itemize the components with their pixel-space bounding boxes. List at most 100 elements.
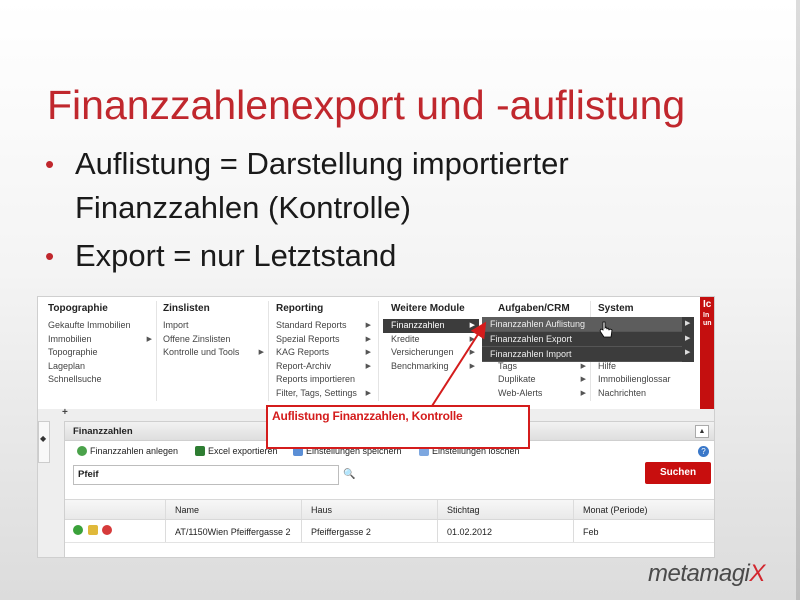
menu-divider xyxy=(268,301,269,401)
menu-item[interactable]: Benchmarking ▶ xyxy=(383,360,479,374)
menu-item[interactable]: Lageplan xyxy=(48,360,152,374)
add-tab-button[interactable]: + xyxy=(62,407,68,418)
cell-haus: Pfeiffergasse 2 xyxy=(311,527,371,537)
table-header: Name Haus Stichtag Monat (Periode) xyxy=(65,499,714,520)
chevron-right-icon: ▶ xyxy=(365,335,371,343)
check-icon[interactable] xyxy=(73,525,83,535)
menu-item[interactable]: Schnellsuche xyxy=(48,373,152,387)
column-divider xyxy=(301,500,302,519)
menu-item[interactable]: Gekaufte Immobilien xyxy=(48,319,152,333)
bullet-item: • Auflistung = Darstellung importierter F… xyxy=(45,142,745,230)
search-input[interactable]: Pfeif xyxy=(73,465,339,485)
side-panel-toggle[interactable]: ◆ xyxy=(38,421,50,463)
menu-column-zinslisten: Zinslisten Import Offene Zinslisten Kont… xyxy=(163,303,264,360)
excel-icon xyxy=(195,446,205,456)
chevron-right-icon: ▶ xyxy=(365,362,371,370)
bullet-text: Auflistung = Darstellung importierter Fi… xyxy=(75,146,569,225)
column-divider xyxy=(437,500,438,519)
menu-column-weitere-module: Weitere Module Finanzzahlen ▶ Kredite ▶ Ve… xyxy=(383,303,479,373)
chevron-right-icon: ▶ xyxy=(469,335,475,343)
cell-stichtag: 01.02.2012 xyxy=(447,527,493,537)
column-divider xyxy=(573,520,574,542)
expand-icon: ◆ xyxy=(40,434,47,443)
delete-icon[interactable] xyxy=(102,525,113,535)
edit-icon[interactable] xyxy=(87,525,98,535)
column-divider xyxy=(165,500,166,519)
bullet-icon: • xyxy=(45,241,55,271)
bullet-item: • Export = nur Letztstand xyxy=(45,234,745,278)
chevron-right-icon: ▶ xyxy=(685,335,691,342)
row-actions xyxy=(73,525,114,537)
menu-item[interactable]: Reports importieren xyxy=(276,373,371,387)
chevron-right-icon: ▶ xyxy=(685,320,691,327)
chevron-right-icon: ▶ xyxy=(365,389,371,397)
cell-name: AT/1150Wien Pfeiffergasse 2 xyxy=(175,527,291,537)
help-icon[interactable]: ? xyxy=(698,446,709,457)
menu-heading: Weitere Module xyxy=(391,303,465,314)
menu-divider xyxy=(378,301,379,401)
submenu-item-import[interactable]: Finanzzahlen Import xyxy=(482,347,682,362)
menu-item[interactable]: KAG Reports ▶ xyxy=(276,346,371,360)
brand-text: Ic xyxy=(703,299,712,310)
column-divider xyxy=(301,520,302,542)
menu-item[interactable]: Web-Alerts ▶ xyxy=(490,387,586,401)
menu-heading: Topographie xyxy=(48,303,108,314)
menu-item[interactable]: Import xyxy=(163,319,264,333)
menu-item[interactable]: Immobilienglossar xyxy=(598,373,698,387)
brand-strip: Ic In un xyxy=(700,297,714,409)
menu-item[interactable]: Report-Archiv ▶ xyxy=(276,360,371,374)
chevron-right-icon: ▶ xyxy=(258,349,264,356)
chevron-right-icon: ▶ xyxy=(580,376,586,383)
bullet-text: Export = nur Letztstand xyxy=(75,238,397,273)
submenu-item-auflistung[interactable]: Finanzzahlen Auflistung xyxy=(482,317,682,332)
column-divider xyxy=(437,520,438,542)
menu-item[interactable]: Offene Zinslisten xyxy=(163,333,264,347)
chevron-right-icon: ▶ xyxy=(469,349,475,356)
menu-heading: Zinslisten xyxy=(163,303,210,314)
annotation-callout: Auflistung Finanzzahlen, Kontrolle xyxy=(266,405,530,449)
menu-item[interactable]: Spezial Reports ▶ xyxy=(276,333,371,347)
search-row: Pfeif 🔍 Suchen xyxy=(65,461,714,491)
table-row[interactable]: AT/1150Wien Pfeiffergasse 2 Pfeiffergass… xyxy=(65,520,714,543)
search-button[interactable]: Suchen xyxy=(645,462,711,484)
submenu-item-export[interactable]: Finanzzahlen Export xyxy=(482,332,682,347)
menu-item[interactable]: Standard Reports ▶ xyxy=(276,319,371,333)
submenu-scroll-edge: ▶ ▶ ▶ xyxy=(682,317,694,362)
menu-item[interactable]: Topographie xyxy=(48,346,152,360)
menu-divider xyxy=(156,301,157,401)
bullet-list: • Auflistung = Darstellung importierter F… xyxy=(45,142,745,282)
column-header-haus[interactable]: Haus xyxy=(311,505,332,515)
add-icon xyxy=(77,446,87,456)
finanzzahlen-submenu: Finanzzahlen Auflistung Finanzzahlen Exp… xyxy=(482,317,682,362)
menu-item-finanzzahlen[interactable]: Finanzzahlen ▶ xyxy=(383,319,479,333)
chevron-right-icon: ▶ xyxy=(580,389,586,397)
column-header-stichtag[interactable]: Stichtag xyxy=(447,505,480,515)
chevron-right-icon: ▶ xyxy=(365,322,371,329)
chevron-right-icon: ▶ xyxy=(685,349,691,356)
add-finanzzahlen-button[interactable]: Finanzzahlen anlegen xyxy=(77,446,178,456)
panel-title: Finanzzahlen xyxy=(73,426,133,437)
collapse-button[interactable]: ▲ xyxy=(695,425,709,438)
menu-column-topographie: Topographie Gekaufte Immobilien Immobili… xyxy=(48,303,152,387)
menu-item[interactable]: Kontrolle und Tools ▶ xyxy=(163,346,264,360)
hand-cursor-icon xyxy=(599,321,613,338)
menu-item[interactable]: Versicherungen ▶ xyxy=(383,346,479,360)
menu-item[interactable]: Nachrichten xyxy=(598,387,698,401)
menu-column-reporting: Reporting Standard Reports ▶ Spezial Repo… xyxy=(276,303,371,400)
chevron-right-icon: ▶ xyxy=(365,349,371,356)
column-header-name[interactable]: Name xyxy=(175,505,199,515)
search-icon[interactable]: 🔍 xyxy=(343,469,355,480)
cell-monat: Feb xyxy=(583,527,599,537)
menu-heading: System xyxy=(598,303,634,314)
annotation-text: Auflistung Finanzzahlen, Kontrolle xyxy=(272,409,463,423)
menu-item[interactable]: Duplikate ▶ xyxy=(490,373,586,387)
metamagix-logo: metamagiX xyxy=(648,560,765,587)
chevron-right-icon: ▶ xyxy=(469,322,475,329)
menu-item[interactable]: Filter, Tags, Settings ▶ xyxy=(276,387,371,401)
menu-item[interactable]: Immobilien ▶ xyxy=(48,333,152,347)
menu-heading: Reporting xyxy=(276,303,324,314)
menu-item[interactable]: Kredite ▶ xyxy=(383,333,479,347)
column-divider xyxy=(165,520,166,542)
column-divider xyxy=(573,500,574,519)
column-header-monat[interactable]: Monat (Periode) xyxy=(583,505,648,515)
